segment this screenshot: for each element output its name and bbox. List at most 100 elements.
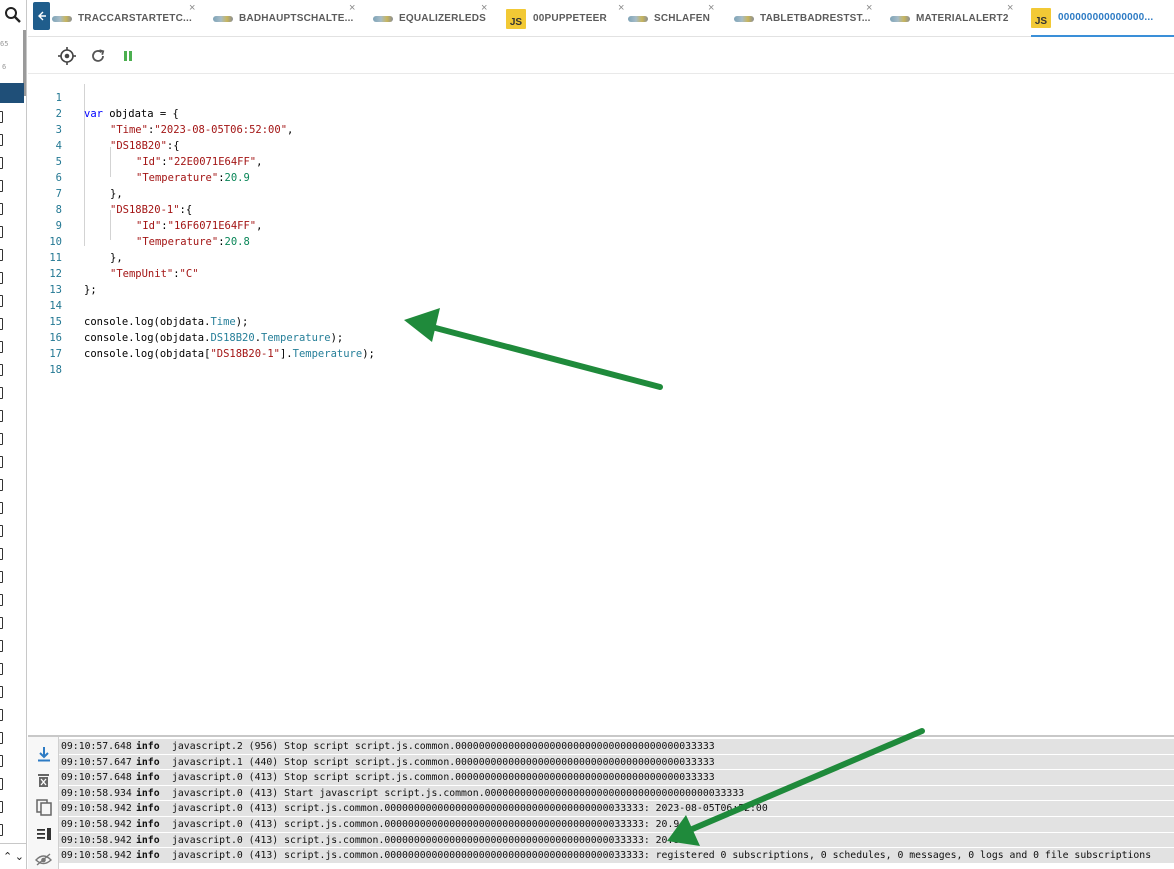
- tab-label: MATERIALALERT2: [916, 13, 1009, 24]
- script-tree-sidebar: 65 6 ⌃ ⌄: [0, 0, 27, 869]
- editor-tab[interactable]: JS 00PUPPETEER: [506, 0, 607, 37]
- js-icon: JS: [1031, 7, 1051, 28]
- tree-row[interactable]: [0, 410, 3, 422]
- tab-label: SCHLAFEN: [654, 13, 711, 24]
- pause-icon[interactable]: [119, 47, 137, 65]
- tree-sort-control[interactable]: ⌃ ⌄: [0, 843, 26, 869]
- editor-tab[interactable]: BADHAUPTSCHALTE...: [213, 0, 354, 37]
- tree-row[interactable]: [0, 732, 3, 744]
- tree-row[interactable]: [0, 387, 3, 399]
- editor-tab[interactable]: EQUALIZERLEDS: [373, 0, 486, 37]
- scroll-down-icon[interactable]: [35, 745, 52, 762]
- tree-row[interactable]: [0, 686, 3, 698]
- tree-row[interactable]: [0, 824, 3, 836]
- code-line: 12 };: [28, 250, 1168, 296]
- restart-icon[interactable]: [89, 47, 107, 65]
- tree-row[interactable]: [0, 134, 3, 146]
- tree-row[interactable]: [0, 640, 3, 652]
- tree-row[interactable]: [0, 755, 3, 767]
- tree-row[interactable]: [0, 157, 3, 169]
- copy-icon[interactable]: [35, 799, 52, 816]
- code-line: 15 console.log(objdata.DS18B20.Temperatu…: [28, 298, 1168, 344]
- tree-row[interactable]: [0, 801, 3, 813]
- js-icon: JS: [506, 8, 526, 29]
- tree-row[interactable]: [0, 502, 3, 514]
- editor-tab[interactable]: JS 000000000000000...: [1031, 0, 1174, 37]
- search-icon[interactable]: [4, 6, 22, 24]
- tree-row[interactable]: [0, 617, 3, 629]
- close-icon[interactable]: ×: [618, 2, 624, 14]
- log-severity: info: [136, 787, 160, 799]
- tree-row[interactable]: [0, 226, 3, 238]
- tree-row[interactable]: [0, 318, 3, 330]
- chevron-down-icon: ⌄: [14, 851, 24, 863]
- app-root: 65 6 ⌃ ⌄ TRACCARSTARTETC... × BADHAUPTSCHA…: [0, 0, 1174, 869]
- close-icon[interactable]: ×: [349, 2, 355, 14]
- log-severity: info: [136, 850, 160, 862]
- log-row: 09:10:57.648 info javascript.0 (413) Stop …: [59, 770, 1174, 786]
- tab-label: 000000000000000...: [1058, 12, 1154, 23]
- tab-label: EQUALIZERLEDS: [399, 13, 487, 24]
- code-editor[interactable]: 1 var objdata = { 2 "Time":"2023-08-05T0…: [28, 38, 1174, 735]
- code-line: 6 },: [28, 154, 1168, 200]
- tree-row[interactable]: [0, 180, 3, 192]
- tree-row[interactable]: [0, 203, 3, 215]
- log-message: javascript.0 (413) Stop script script.js…: [172, 772, 715, 784]
- tree-row[interactable]: [0, 548, 3, 560]
- log-panel: 09:10:57.648 info javascript.2 (956) Stop …: [28, 735, 1174, 869]
- log-severity: info: [136, 818, 160, 830]
- tree-row[interactable]: [0, 456, 3, 468]
- tree-count: 65: [0, 40, 9, 48]
- code-line: 3 "DS18B20":{: [28, 106, 1168, 152]
- tree-row[interactable]: [0, 272, 3, 284]
- code-line: 13: [28, 266, 1168, 296]
- tree-row[interactable]: [0, 709, 3, 721]
- blockly-icon: [890, 15, 910, 23]
- clear-log-icon[interactable]: [35, 772, 52, 789]
- code-line: 7 "DS18B20-1":{: [28, 170, 1168, 216]
- hide-icon[interactable]: [35, 850, 52, 867]
- tree-selected-row[interactable]: [0, 83, 24, 103]
- log-time: 09:10:58.942: [61, 818, 132, 830]
- log-list: 09:10:57.648 info javascript.2 (956) Stop …: [59, 739, 1174, 864]
- close-icon[interactable]: ×: [866, 2, 872, 14]
- tree-row[interactable]: [0, 249, 3, 261]
- blockly-icon: [213, 15, 233, 23]
- log-time: 09:10:58.942: [61, 834, 132, 846]
- close-icon[interactable]: ×: [1007, 2, 1013, 14]
- blockly-icon: [734, 15, 754, 23]
- toggle-columns-icon[interactable]: [35, 825, 52, 842]
- tree-row[interactable]: [0, 111, 3, 123]
- tree-row[interactable]: [0, 525, 3, 537]
- log-severity: info: [136, 803, 160, 815]
- tree-row[interactable]: [0, 594, 3, 606]
- log-row: 09:10:58.942 info javascript.0 (413) scrip…: [59, 801, 1174, 817]
- log-time: 09:10:58.942: [61, 803, 132, 815]
- editor-tab[interactable]: TABLETBADRESTST...: [734, 0, 871, 37]
- log-row: 09:10:57.648 info javascript.2 (956) Stop …: [59, 739, 1174, 755]
- collapse-tree-button[interactable]: [33, 2, 50, 30]
- editor-tab[interactable]: MATERIALALERT2: [890, 0, 1009, 37]
- tree-row[interactable]: [0, 341, 3, 353]
- tree-row[interactable]: [0, 571, 3, 583]
- tree-row[interactable]: [0, 778, 3, 790]
- close-icon[interactable]: ×: [481, 2, 487, 14]
- close-icon[interactable]: ×: [189, 2, 195, 14]
- code-line: 1 var objdata = {: [28, 74, 1168, 120]
- log-message: javascript.0 (413) script.js.common.0000…: [172, 803, 768, 815]
- tree-row[interactable]: [0, 364, 3, 376]
- tree-row[interactable]: [0, 663, 3, 675]
- log-message: javascript.1 (440) Stop script script.js…: [172, 756, 715, 768]
- tree-count-2: 6: [2, 63, 7, 71]
- log-message: javascript.0 (413) Start javascript scri…: [172, 787, 745, 799]
- editor-tab[interactable]: TRACCARSTARTETC...: [52, 0, 192, 37]
- target-icon[interactable]: [58, 47, 76, 65]
- tree-row[interactable]: [0, 433, 3, 445]
- log-time: 09:10:57.647: [61, 756, 132, 768]
- editor-tab[interactable]: SCHLAFEN: [628, 0, 710, 37]
- tree-row[interactable]: [0, 479, 3, 491]
- close-icon[interactable]: ×: [708, 2, 714, 14]
- log-message: javascript.2 (956) Stop script script.js…: [172, 741, 715, 752]
- tree-row[interactable]: [0, 295, 3, 307]
- log-message: javascript.0 (413) script.js.common.0000…: [172, 818, 680, 830]
